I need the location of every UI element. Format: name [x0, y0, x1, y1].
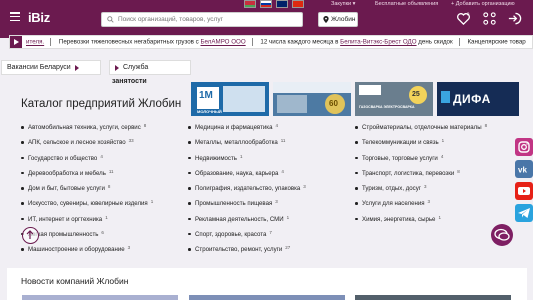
ticker-item: Перевозки тяжеловесных негабаритных груз… [58, 38, 201, 46]
city-label: Жлобин [331, 16, 356, 23]
news-ticker: ителя. Перевозки тяжеловесных негабаритн… [9, 35, 533, 49]
catalog-item[interactable]: Образование, наука, карьера 4 [188, 166, 353, 181]
flag-by-icon[interactable] [244, 0, 256, 8]
catalog-item[interactable]: Стройматериалы, отделочные материалы 8 [355, 120, 520, 135]
play-icon [115, 64, 119, 71]
ticker-lead-link[interactable]: ителя. [26, 39, 44, 46]
ticker-item-suffix: день скидок [416, 38, 453, 46]
flag-gb-icon[interactable] [276, 0, 288, 8]
ticker-item-link[interactable]: БелАМРО ООО [201, 39, 246, 46]
menu-icon[interactable] [10, 12, 20, 22]
catalog-item[interactable]: Автомобильная техника, услуги, сервис 8 [21, 120, 186, 135]
svg-text:0: 0 [467, 12, 470, 17]
news-card-image[interactable] [189, 295, 345, 300]
catalog-item[interactable]: Рекламная деятельность, СМИ 1 [188, 212, 353, 227]
catalog-item[interactable]: Медицина и фармацевтика 4 [188, 120, 353, 135]
catalog-item[interactable]: Искусство, сувениры, ювелирные изделия 1 [21, 196, 186, 211]
catalog-column: Стройматериалы, отделочные материалы 8 Те… [355, 120, 520, 227]
language-flags [244, 0, 304, 8]
catalog-item[interactable]: Деревообработка и мебель 11 [21, 166, 186, 181]
banner-anniversary[interactable]: 60 [273, 82, 351, 116]
catalog-item[interactable]: Телекоммуникации и связь 1 [355, 135, 520, 150]
catalog-item[interactable]: Промышленность пищевая 3 [188, 196, 353, 211]
search-box[interactable] [101, 12, 303, 27]
ticker-items: ителя. Перевозки тяжеловесных негабаритн… [26, 38, 526, 46]
chevron-right-icon [74, 64, 79, 71]
catalog-item[interactable]: Легкая промышленность 6 [21, 227, 186, 242]
catalog-item[interactable]: Строительство, ремонт, услуги 27 [188, 242, 353, 257]
location-pin-icon [323, 16, 329, 23]
catalog-item[interactable]: Недвижимость 1 [188, 151, 353, 166]
search-icon [107, 16, 114, 23]
vacancies-label: Вакансии Беларуси [7, 64, 71, 71]
catalog-item[interactable]: Спорт, здоровье, красота 7 [188, 227, 353, 242]
catalog-item[interactable]: Торговые, торговые услуги 4 [355, 151, 520, 166]
banner-caption: МОЛОЧНЫЙ [197, 109, 222, 114]
ticker-item: Канцелярские товар [467, 38, 526, 46]
banner-gas-welding[interactable]: 25 ГАЗОСВАРКА ЭЛЕКТРОСВАРКА [355, 82, 433, 116]
play-icon [14, 39, 19, 45]
employment-service-sublabel: занятости [112, 78, 147, 85]
telegram-icon[interactable] [515, 204, 533, 222]
employment-service-label: Служба [123, 64, 149, 71]
catalog-item[interactable]: Государство и общество 4 [21, 151, 186, 166]
favorites-heart-icon[interactable]: 0 [456, 11, 471, 26]
catalog-grid: Автомобильная техника, услуги, сервис 8 А… [21, 120, 521, 258]
compare-icon[interactable] [482, 11, 497, 26]
flag-ru-icon[interactable] [260, 0, 272, 8]
catalog-item[interactable]: АПК, сельское и лесное хозяйство 33 [21, 135, 186, 150]
login-icon[interactable] [507, 11, 522, 26]
search-input[interactable] [118, 14, 298, 25]
catalog-column: Автомобильная техника, услуги, сервис 8 А… [21, 120, 186, 257]
vk-icon[interactable]: vk [515, 160, 533, 178]
free-ads-link[interactable]: Бесплатные объявления [375, 1, 438, 7]
purchases-link[interactable]: Закупки ▾ [331, 1, 355, 7]
logo[interactable]: iBiz [28, 10, 50, 25]
news-card-image[interactable] [355, 295, 511, 300]
vacancies-chip[interactable]: Вакансии Беларуси [1, 60, 101, 75]
add-company-link[interactable]: + Добавить организацию [451, 1, 515, 7]
chat-bubble-icon [494, 228, 510, 241]
page-title: Каталог предприятий Жлобин [21, 98, 182, 110]
employment-service-chip[interactable]: Служба [109, 60, 191, 75]
catalog-item[interactable]: Полиграфия, издательство, упаковка 3 [188, 181, 353, 196]
catalog-item[interactable]: Металлы, металлообработка 11 [188, 135, 353, 150]
news-section-title: Новости компаний Жлобин [21, 276, 129, 286]
ticker-play-button[interactable] [10, 36, 22, 48]
flag-cn-icon[interactable] [292, 0, 304, 8]
catalog-item[interactable]: Машиностроение и оборудование 3 [21, 242, 186, 257]
catalog-item[interactable]: Услуги для населения 3 [355, 196, 520, 211]
instagram-icon[interactable] [515, 138, 533, 156]
catalog-item[interactable]: Дом и быт, бытовые услуги 8 [21, 181, 186, 196]
news-card-image[interactable] [22, 295, 178, 300]
catalog-column: Медицина и фармацевтика 4 Металлы, металл… [188, 120, 353, 257]
banner-difa[interactable]: ДИФА [437, 82, 519, 116]
banner-molochny[interactable]: 1М МОЛОЧНЫЙ [191, 82, 269, 116]
catalog-item[interactable]: Транспорт, логистика, перевозки 8 [355, 166, 520, 181]
header: iBiz Закупки ▾ Бесплатные объявления + Д… [0, 0, 533, 38]
chat-button[interactable] [491, 224, 513, 246]
ticker-item-link[interactable]: Белита-Витэкс-Брест ОДО [340, 39, 416, 46]
svg-text:vk: vk [518, 166, 527, 175]
youtube-icon[interactable] [515, 182, 533, 200]
catalog-item[interactable]: Туризм, отдых, досуг 3 [355, 181, 520, 196]
ticker-item: 12 числа каждого месяца в [260, 38, 341, 46]
city-select-button[interactable]: Жлобин [318, 12, 358, 27]
catalog-item[interactable]: ИТ, интернет и оргтехника 1 [21, 212, 186, 227]
arrow-up-icon [26, 230, 34, 239]
scroll-up-button[interactable] [22, 227, 39, 244]
